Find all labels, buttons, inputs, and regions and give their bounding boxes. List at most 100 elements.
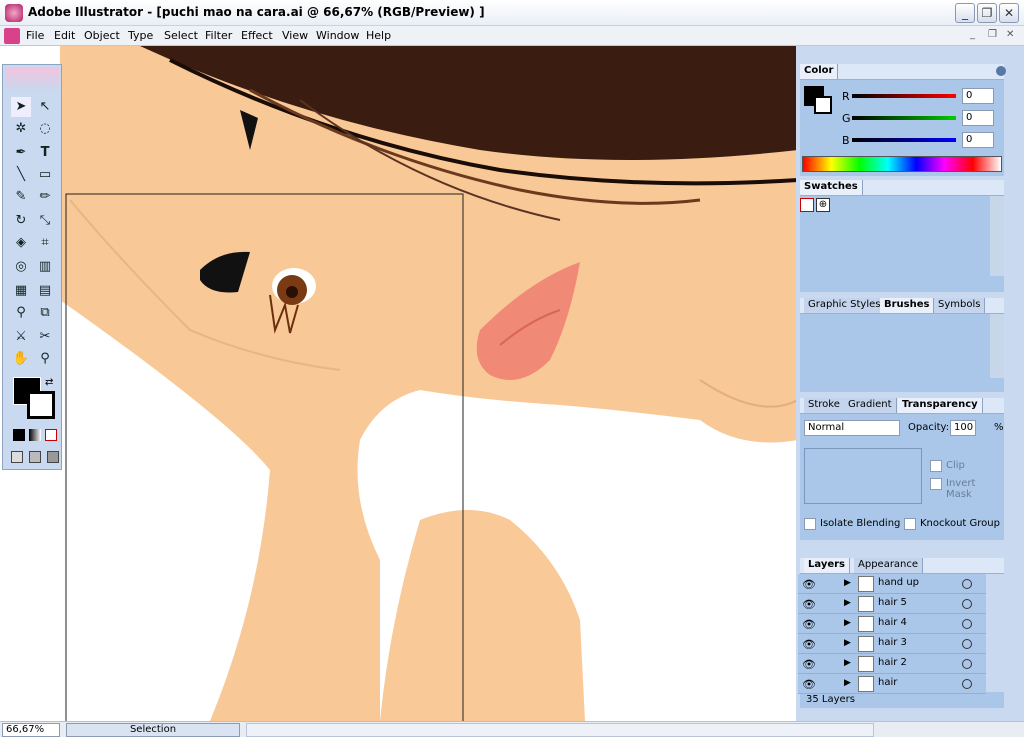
knockout-group-checkbox[interactable] bbox=[904, 518, 916, 530]
target-icon[interactable] bbox=[962, 619, 972, 629]
brushes-scrollbar[interactable] bbox=[990, 314, 1004, 378]
r-slider[interactable] bbox=[852, 94, 956, 98]
opacity-input[interactable]: 100 bbox=[950, 420, 976, 436]
expand-arrow-icon[interactable]: ▶ bbox=[844, 658, 851, 668]
doc-minimize-icon[interactable]: _ bbox=[970, 29, 975, 40]
target-icon[interactable] bbox=[962, 639, 972, 649]
swap-colors-icon[interactable]: ⇄ bbox=[45, 377, 53, 388]
tab-symbols[interactable]: Symbols bbox=[934, 298, 986, 313]
eye-icon[interactable]: 👁 bbox=[802, 598, 816, 611]
artboard-canvas[interactable] bbox=[0, 46, 798, 721]
tab-stroke[interactable]: Stroke bbox=[804, 398, 845, 413]
tab-appearance[interactable]: Appearance bbox=[854, 558, 924, 573]
layer-name[interactable]: hair 5 bbox=[878, 597, 907, 608]
color-tab[interactable]: Color bbox=[800, 64, 839, 79]
registration-swatch[interactable]: ⊕ bbox=[816, 198, 830, 212]
screen-mode-full-menu-icon[interactable] bbox=[29, 451, 41, 463]
mesh-tool-icon[interactable]: ▦ bbox=[11, 281, 31, 301]
lasso-tool-icon[interactable]: ◌ bbox=[35, 119, 55, 139]
layer-name[interactable]: hair 4 bbox=[878, 617, 907, 628]
screen-mode-normal-icon[interactable] bbox=[11, 451, 23, 463]
type-tool-icon[interactable]: T bbox=[35, 143, 55, 163]
tab-brushes[interactable]: Brushes bbox=[880, 298, 935, 313]
rectangle-tool-icon[interactable]: ▭ bbox=[35, 165, 55, 185]
paintbrush-tool-icon[interactable]: ✎ bbox=[11, 187, 31, 207]
menu-window[interactable]: Window bbox=[316, 29, 359, 42]
layer-row[interactable]: 👁 ▶ hair 5 bbox=[798, 594, 986, 614]
layer-row[interactable]: 👁 ▶ hand up bbox=[798, 574, 986, 594]
layer-name[interactable]: hair 2 bbox=[878, 657, 907, 668]
doc-close-icon[interactable]: ✕ bbox=[1006, 29, 1014, 40]
isolate-blending-checkbox[interactable] bbox=[804, 518, 816, 530]
blend-mode-select[interactable]: Normal bbox=[804, 420, 900, 436]
none-swatch[interactable] bbox=[800, 198, 814, 212]
menu-help[interactable]: Help bbox=[366, 29, 391, 42]
menu-view[interactable]: View bbox=[282, 29, 308, 42]
g-slider[interactable] bbox=[852, 116, 956, 120]
zoom-field[interactable]: 66,67% bbox=[2, 723, 60, 737]
invert-mask-checkbox[interactable] bbox=[930, 478, 942, 490]
b-slider[interactable] bbox=[852, 138, 956, 142]
swatches-scrollbar[interactable] bbox=[990, 196, 1004, 276]
eye-icon[interactable]: 👁 bbox=[802, 678, 816, 691]
menu-edit[interactable]: Edit bbox=[54, 29, 75, 42]
layer-name[interactable]: hair 3 bbox=[878, 637, 907, 648]
status-tool-field[interactable]: Selection bbox=[66, 723, 240, 737]
direct-selection-tool-icon[interactable]: ↖ bbox=[35, 97, 55, 117]
graph-tool-icon[interactable]: ▥ bbox=[35, 257, 55, 277]
g-value-input[interactable]: 0 bbox=[962, 110, 994, 126]
tab-graphic-styles[interactable]: Graphic Styles bbox=[804, 298, 886, 313]
menu-object[interactable]: Object bbox=[84, 29, 120, 42]
horizontal-scrollbar[interactable] bbox=[246, 723, 874, 737]
screen-mode-full-icon[interactable] bbox=[47, 451, 59, 463]
layer-row[interactable]: 👁 ▶ hair bbox=[798, 674, 986, 694]
menu-type[interactable]: Type bbox=[128, 29, 153, 42]
symbol-sprayer-tool-icon[interactable]: ◎ bbox=[11, 257, 31, 277]
maximize-button[interactable]: ❐ bbox=[977, 3, 997, 23]
close-button[interactable]: ✕ bbox=[999, 3, 1019, 23]
tab-gradient[interactable]: Gradient bbox=[844, 398, 897, 413]
expand-arrow-icon[interactable]: ▶ bbox=[844, 578, 851, 588]
eye-icon[interactable]: 👁 bbox=[802, 578, 816, 591]
layer-row[interactable]: 👁 ▶ hair 3 bbox=[798, 634, 986, 654]
minimize-button[interactable]: _ bbox=[955, 3, 975, 23]
hand-tool-icon[interactable]: ✋ bbox=[11, 349, 31, 369]
swatches-tab[interactable]: Swatches bbox=[800, 180, 863, 195]
target-icon[interactable] bbox=[962, 599, 972, 609]
eye-icon[interactable]: 👁 bbox=[802, 658, 816, 671]
expand-arrow-icon[interactable]: ▶ bbox=[844, 618, 851, 628]
eye-icon[interactable]: 👁 bbox=[802, 618, 816, 631]
stroke-swatch[interactable] bbox=[814, 96, 832, 114]
b-value-input[interactable]: 0 bbox=[962, 132, 994, 148]
clip-checkbox[interactable] bbox=[930, 460, 942, 472]
pencil-tool-icon[interactable]: ✏ bbox=[35, 187, 55, 207]
scissors-tool-icon[interactable]: ✂ bbox=[35, 327, 55, 347]
layer-row[interactable]: 👁 ▶ hair 4 bbox=[798, 614, 986, 634]
line-tool-icon[interactable]: ╲ bbox=[11, 165, 31, 185]
selection-tool-icon[interactable]: ➤ bbox=[11, 97, 31, 117]
doc-restore-icon[interactable]: ❐ bbox=[988, 29, 997, 40]
menu-filter[interactable]: Filter bbox=[205, 29, 232, 42]
tab-layers[interactable]: Layers bbox=[804, 558, 850, 573]
expand-arrow-icon[interactable]: ▶ bbox=[844, 598, 851, 608]
stroke-color-swatch[interactable] bbox=[27, 391, 55, 419]
eyedropper-tool-icon[interactable]: ⚲ bbox=[11, 303, 31, 323]
menu-effect[interactable]: Effect bbox=[241, 29, 273, 42]
layer-name[interactable]: hand up bbox=[878, 577, 919, 588]
color-panel-menu-icon[interactable] bbox=[996, 66, 1006, 76]
target-icon[interactable] bbox=[962, 659, 972, 669]
none-mode-icon[interactable] bbox=[45, 429, 57, 441]
warp-tool-icon[interactable]: ◈ bbox=[11, 233, 31, 253]
eye-icon[interactable]: 👁 bbox=[802, 638, 816, 651]
free-transform-tool-icon[interactable]: ⌗ bbox=[35, 233, 55, 253]
rotate-tool-icon[interactable]: ↻ bbox=[11, 211, 31, 231]
layer-name[interactable]: hair bbox=[878, 677, 897, 688]
target-icon[interactable] bbox=[962, 679, 972, 689]
layer-row[interactable]: 👁 ▶ hair 2 bbox=[798, 654, 986, 674]
expand-arrow-icon[interactable]: ▶ bbox=[844, 678, 851, 688]
expand-arrow-icon[interactable]: ▶ bbox=[844, 638, 851, 648]
slice-tool-icon[interactable]: ⚔ bbox=[11, 327, 31, 347]
blend-tool-icon[interactable]: ⧉ bbox=[35, 303, 55, 323]
pen-tool-icon[interactable]: ✒ bbox=[11, 143, 31, 163]
scale-tool-icon[interactable]: ⤡ bbox=[35, 211, 55, 231]
